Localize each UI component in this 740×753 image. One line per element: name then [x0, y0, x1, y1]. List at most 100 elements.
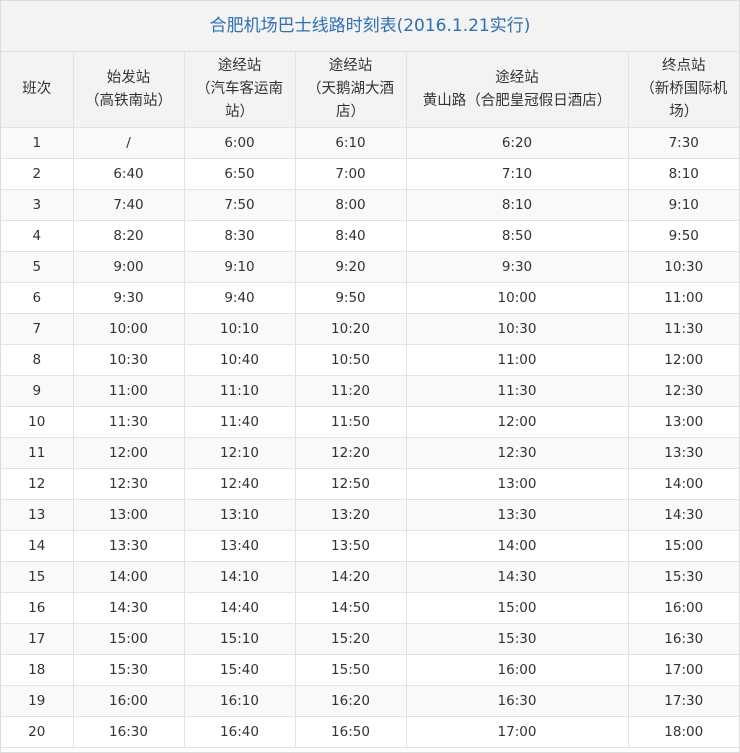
page-title: 合肥机场巴士线路时刻表(2016.1.21实行) [1, 1, 739, 52]
column-header-line: 始发站 [106, 69, 151, 86]
time-cell: 12:00 [628, 344, 739, 376]
table-row: 6 9:30 9:40 9:50 10:00 11:00 [1, 282, 739, 314]
time-cell: 9:10 [184, 251, 296, 283]
table-row: 12 12:30 12:40 12:50 13:00 14:00 [1, 468, 739, 500]
time-cell: 10:50 [295, 344, 407, 376]
time-cell: 15:50 [295, 654, 407, 686]
time-cell: 8:50 [406, 220, 629, 252]
time-cell: 9:50 [295, 282, 407, 314]
time-cell: 13:30 [406, 499, 629, 531]
column-header-line: 终点站 [662, 58, 706, 74]
table-row: 16 14:30 14:40 14:50 15:00 16:00 [1, 592, 739, 624]
time-cell: 11:30 [406, 375, 629, 407]
time-cell: 15:30 [628, 561, 739, 593]
time-cell: 8:30 [184, 220, 296, 252]
header-row: 班次 始发站 （高铁南站） 途经站 （汽车客运南 站） 途经站 （天鹅湖大酒 店） 途经站 黄山路（… [1, 52, 739, 128]
column-header-1: 始发站 （高铁南站） [73, 52, 185, 128]
table-row: 14 13:30 13:40 13:50 14:00 15:00 [1, 530, 739, 562]
time-cell: 17:00 [406, 716, 629, 748]
trip-number-cell: 7 [1, 313, 74, 345]
trip-number-cell: 6 [1, 282, 74, 314]
column-header-line: 班次 [22, 81, 52, 97]
trip-number-cell: 13 [1, 499, 74, 531]
trip-number-cell: 18 [1, 654, 74, 686]
column-header-line: 途经站 [328, 58, 373, 74]
trip-number-cell: 1 [1, 127, 74, 159]
time-cell: 13:40 [184, 530, 296, 562]
time-cell: 9:30 [73, 282, 185, 314]
column-header-5: 终点站 （新桥国际机 场） [628, 52, 739, 128]
time-cell: 7:10 [406, 158, 629, 190]
time-cell: 15:00 [628, 530, 739, 562]
time-cell: 10:20 [295, 313, 407, 345]
time-cell: 9:40 [184, 282, 296, 314]
trip-number-cell: 11 [1, 437, 74, 469]
trip-number-cell: 5 [1, 251, 74, 283]
time-cell: 12:40 [184, 468, 296, 500]
time-cell: 13:00 [628, 406, 739, 438]
table-row: 2 6:40 6:50 7:00 7:10 8:10 [1, 158, 739, 190]
time-cell: 11:00 [406, 344, 629, 376]
table-row: 20 16:30 16:40 16:50 17:00 18:00 [1, 716, 739, 748]
time-cell: 17:30 [628, 685, 739, 717]
time-cell: 8:20 [73, 220, 185, 252]
time-cell: 14:00 [406, 530, 629, 562]
table-row: 11 12:00 12:10 12:20 12:30 13:30 [1, 437, 739, 469]
time-cell: / [73, 127, 185, 159]
time-cell: 15:00 [406, 592, 629, 624]
time-cell: 8:10 [406, 189, 629, 221]
time-cell: 6:40 [73, 158, 185, 190]
time-cell: 14:50 [295, 592, 407, 624]
table-row: 5 9:00 9:10 9:20 9:30 10:30 [1, 251, 739, 283]
time-cell: 11:00 [628, 282, 739, 314]
table-row: 10 11:30 11:40 11:50 12:00 13:00 [1, 406, 739, 438]
trip-number-cell: 4 [1, 220, 74, 252]
time-cell: 9:10 [628, 189, 739, 221]
time-cell: 17:00 [628, 654, 739, 686]
time-cell: 10:10 [184, 313, 296, 345]
table-row: 17 15:00 15:10 15:20 15:30 16:30 [1, 623, 739, 655]
trip-number-cell: 16 [1, 592, 74, 624]
column-header-line: （高铁南站） [85, 92, 172, 109]
timetable-container: 合肥机场巴士线路时刻表(2016.1.21实行) 班次 始发站 （高铁南站） 途经站 （… [0, 0, 740, 753]
time-cell: 9:50 [628, 220, 739, 252]
time-cell: 7:40 [73, 189, 185, 221]
time-cell: 12:10 [184, 437, 296, 469]
time-cell: 14:30 [73, 592, 185, 624]
time-cell: 14:30 [628, 499, 739, 531]
time-cell: 13:30 [628, 437, 739, 469]
time-cell: 10:30 [406, 313, 629, 345]
time-cell: 10:30 [73, 344, 185, 376]
time-cell: 14:40 [184, 592, 296, 624]
time-cell: 13:30 [73, 530, 185, 562]
trip-number-cell: 3 [1, 189, 74, 221]
column-header-line: 途经站 [495, 69, 539, 86]
time-cell: 9:30 [406, 251, 629, 283]
time-cell: 16:30 [73, 716, 185, 748]
time-cell: 13:00 [406, 468, 629, 500]
time-cell: 11:50 [295, 406, 407, 438]
time-cell: 11:30 [628, 313, 739, 345]
timetable: 班次 始发站 （高铁南站） 途经站 （汽车客运南 站） 途经站 （天鹅湖大酒 店） 途经站 黄山路（… [1, 52, 739, 748]
table-row: 15 14:00 14:10 14:20 14:30 15:30 [1, 561, 739, 593]
time-cell: 11:30 [73, 406, 185, 438]
column-header-line: 店） [336, 104, 365, 120]
time-cell: 11:40 [184, 406, 296, 438]
time-cell: 10:00 [406, 282, 629, 314]
time-cell: 12:30 [73, 468, 185, 500]
table-row: 9 11:00 11:10 11:20 11:30 12:30 [1, 375, 739, 407]
column-header-2: 途经站 （汽车客运南 站） [184, 52, 296, 128]
table-row: 19 16:00 16:10 16:20 16:30 17:30 [1, 685, 739, 717]
trip-number-cell: 20 [1, 716, 74, 748]
time-cell: 14:00 [73, 561, 185, 593]
time-cell: 16:00 [73, 685, 185, 717]
time-cell: 9:00 [73, 251, 185, 283]
column-header-line: 黄山路（合肥皇冠假日酒店） [422, 92, 612, 109]
table-row: 7 10:00 10:10 10:20 10:30 11:30 [1, 313, 739, 345]
time-cell: 6:50 [184, 158, 296, 190]
time-cell: 10:00 [73, 313, 185, 345]
trip-number-cell: 14 [1, 530, 74, 562]
time-cell: 12:30 [406, 437, 629, 469]
time-cell: 9:20 [295, 251, 407, 283]
trip-number-cell: 9 [1, 375, 74, 407]
